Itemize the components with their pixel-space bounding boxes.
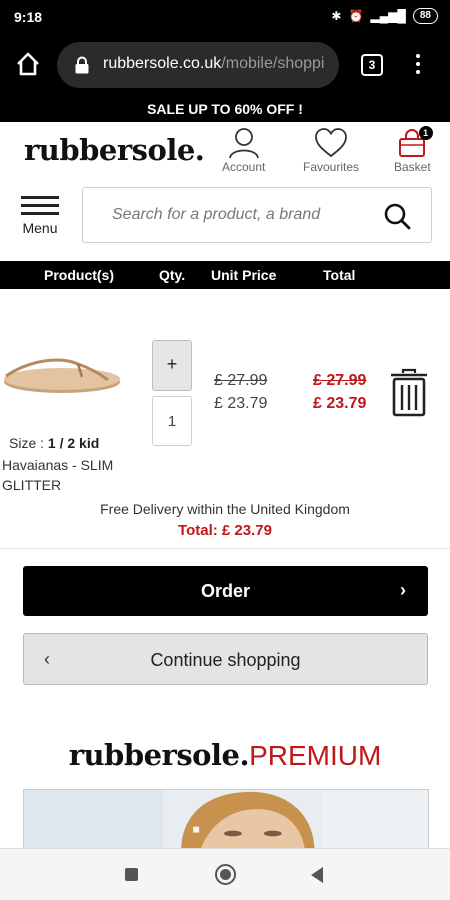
trash-icon[interactable]	[388, 366, 430, 418]
unit-price-original: £ 27.99	[214, 372, 268, 389]
premium-logo-main: rubbersole.	[68, 738, 250, 772]
basket-label: Basket	[394, 160, 431, 174]
favourites-label: Favourites	[303, 160, 360, 174]
search-icon[interactable]	[383, 202, 411, 230]
grand-total: Total: £ 23.79	[178, 522, 272, 539]
menu-label: Menu	[22, 220, 58, 236]
header-products: Product(s)	[44, 267, 114, 283]
url-path: /mobile/shoppi	[221, 55, 325, 72]
lock-icon	[75, 56, 89, 74]
order-button-label: Order	[200, 581, 251, 601]
account-icon	[228, 128, 259, 159]
back-icon[interactable]	[311, 867, 323, 883]
status-time: 9:18	[14, 9, 43, 25]
product-size: Size : 1 / 2 kid	[9, 435, 99, 451]
line-total-original: £ 27.99	[313, 372, 367, 389]
chevron-right-icon: ›	[400, 580, 406, 600]
home-icon[interactable]	[15, 51, 41, 77]
site-logo[interactable]: rubbersole.	[24, 133, 205, 167]
heart-icon	[315, 128, 347, 158]
quantity-increase-button[interactable]: +	[152, 340, 192, 391]
premium-logo-suffix: PREMIUM	[249, 740, 382, 771]
tabs-icon[interactable]: 3	[361, 54, 383, 76]
header-unit-price: Unit Price	[211, 267, 277, 283]
recent-apps-icon[interactable]	[125, 868, 138, 881]
basket-count-badge: 1	[418, 126, 433, 140]
quantity-field[interactable]	[152, 396, 192, 446]
signal-icon: ▂▄▆█	[370, 9, 406, 23]
address-bar[interactable]: rubbersole.co.uk/mobile/shoppi	[57, 42, 339, 88]
product-image[interactable]	[0, 330, 125, 400]
battery-icon: 88	[412, 8, 438, 24]
bluetooth-icon: ✱	[331, 9, 342, 23]
account-link[interactable]: Account	[222, 127, 265, 174]
url-domain: rubbersole.co.uk	[103, 55, 222, 72]
more-icon[interactable]	[408, 52, 428, 78]
alarm-icon: ⏰	[348, 9, 364, 23]
line-total-current: £ 23.79	[313, 395, 367, 412]
search-box	[82, 187, 432, 243]
favourites-link[interactable]: Favourites	[303, 127, 359, 174]
menu-button[interactable]: Menu	[18, 196, 62, 236]
continue-shopping-button[interactable]: ‹ Continue shopping	[23, 633, 428, 685]
promo-image[interactable]	[23, 789, 429, 849]
product-name[interactable]: Havaianas - SLIM GLITTER	[2, 455, 132, 495]
header-qty: Qty.	[159, 267, 186, 283]
unit-price-current: £ 23.79	[214, 395, 268, 412]
account-label: Account	[222, 160, 266, 174]
status-icons: ✱ ⏰ ▂▄▆█ 88	[331, 8, 438, 24]
divider	[0, 548, 450, 549]
size-label: Size :	[9, 435, 45, 451]
size-value: 1 / 2 kid	[47, 435, 100, 451]
cart-table-header: Product(s) Qty. Unit Price Total	[0, 261, 450, 289]
status-bar: 9:18 ✱ ⏰ ▂▄▆█ 88	[0, 0, 450, 34]
sale-banner[interactable]: SALE UP TO 60% OFF !	[0, 96, 450, 122]
premium-logo[interactable]: rubbersole.PREMIUM	[0, 738, 450, 772]
system-nav-bar	[0, 848, 450, 900]
url-text: rubbersole.co.uk/mobile/shoppi	[103, 55, 324, 73]
basket-link[interactable]: 1 Basket	[394, 126, 433, 174]
order-button[interactable]: Order ›	[23, 566, 428, 616]
menu-icon	[18, 196, 62, 215]
home-circle-icon[interactable]	[215, 864, 236, 885]
browser-toolbar: rubbersole.co.uk/mobile/shoppi 3	[0, 34, 450, 96]
continue-shopping-label: Continue shopping	[150, 650, 301, 670]
search-input[interactable]	[83, 188, 373, 242]
header-total: Total	[323, 267, 356, 283]
delivery-note: Free Delivery within the United Kingdom	[100, 501, 350, 517]
